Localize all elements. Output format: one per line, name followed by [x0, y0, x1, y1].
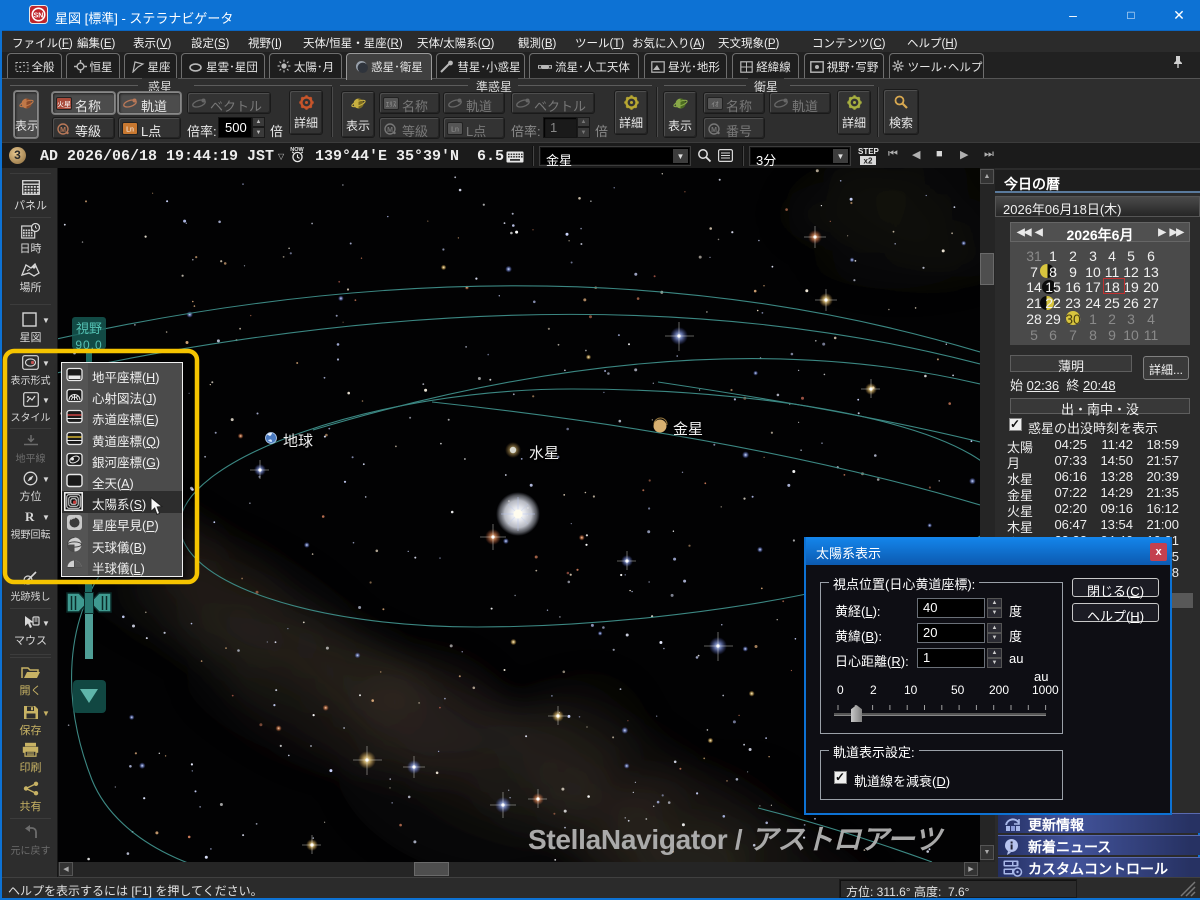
svg-text:M: M — [387, 127, 393, 134]
svg-text:Ln: Ln — [451, 127, 459, 134]
svg-text:SN: SN — [34, 13, 44, 20]
svg-text:火星: 火星 — [57, 101, 71, 109]
svg-text:STEP: STEP — [858, 147, 879, 156]
svg-text:ｴﾘｽ: ｴﾘｽ — [386, 101, 397, 109]
svg-text:M: M — [60, 127, 66, 134]
svg-text:x2: x2 — [864, 157, 873, 166]
svg-text:ｲｵ: ｲｵ — [712, 101, 720, 109]
svg-text:R: R — [25, 509, 35, 524]
svg-text:M: M — [711, 127, 717, 134]
svg-text:Ln: Ln — [126, 127, 134, 134]
